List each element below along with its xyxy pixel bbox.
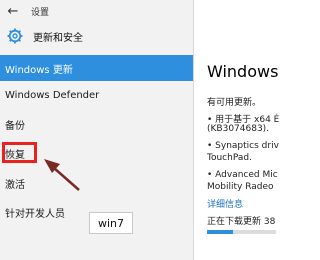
back-arrow-icon[interactable]: ← bbox=[0, 0, 26, 22]
download-progress-fill bbox=[207, 230, 234, 234]
download-status-text: 正在下载更新 38 bbox=[207, 217, 276, 227]
nav-item-activation[interactable]: 激活 bbox=[0, 170, 193, 196]
section-header: 更新和安全 bbox=[0, 22, 193, 50]
update-item-2-line1: • Synaptics driv bbox=[207, 141, 279, 151]
updates-available-text: 有可用更新。 bbox=[207, 98, 262, 108]
update-item-2-line2: TouchPad. bbox=[207, 153, 252, 163]
update-item-3-line1: • Advanced Mic bbox=[207, 170, 278, 180]
update-item-1-line2: (KB3074683). bbox=[207, 124, 270, 134]
highlight-box bbox=[2, 142, 37, 163]
nav-item-backup[interactable]: 备份 bbox=[0, 111, 193, 137]
details-link[interactable]: 详细信息 bbox=[207, 197, 243, 210]
download-progress-bar bbox=[207, 230, 276, 234]
window-title: 设置 bbox=[31, 7, 50, 18]
annotation-label: win7 bbox=[89, 212, 133, 234]
content-heading: Windows bbox=[207, 62, 279, 81]
update-item-3-line2: Mobility Radeo bbox=[207, 182, 274, 192]
nav-item-windows-update[interactable]: Windows 更新 bbox=[0, 55, 193, 81]
gear-icon bbox=[3, 22, 27, 50]
nav-item-windows-defender[interactable]: Windows Defender bbox=[0, 82, 193, 108]
section-title: 更新和安全 bbox=[33, 32, 83, 44]
title-bar: ← 设置 bbox=[0, 0, 193, 22]
